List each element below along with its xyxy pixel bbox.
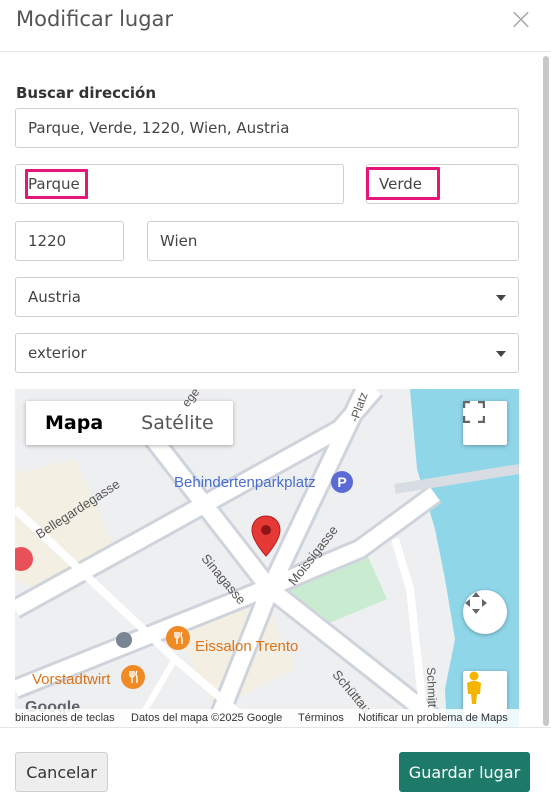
restaurant-icon — [174, 631, 183, 644]
save-place-button[interactable]: Guardar lugar — [399, 752, 530, 792]
terms-link[interactable]: Términos — [298, 712, 344, 724]
place-type-select[interactable]: exterior — [15, 333, 519, 373]
search-address-input[interactable]: Parque, Verde, 1220, Wien, Austria — [15, 108, 519, 148]
map-marker-icon[interactable] — [251, 515, 281, 557]
street-value: Parque — [28, 175, 80, 193]
map-label-schmitt: Schmitt — [424, 667, 440, 708]
fullscreen-button[interactable] — [463, 401, 507, 445]
map-label-vorstadtwirt: Vorstadtwirt — [32, 671, 111, 688]
transit-icon[interactable] — [116, 632, 132, 648]
place-type-value: exterior — [28, 344, 87, 362]
compass-icon — [465, 592, 487, 614]
map-type-satellite-button[interactable]: Satélite — [122, 401, 233, 445]
modal-footer: Cancelar Guardar lugar — [0, 727, 551, 810]
search-address-value: Parque, Verde, 1220, Wien, Austria — [28, 119, 290, 137]
modal-header: Modificar lugar × — [0, 0, 551, 52]
scrollbar[interactable] — [543, 56, 549, 726]
street-input[interactable]: Parque — [15, 164, 344, 204]
report-problem-link[interactable]: Notificar un problema de Maps — [358, 712, 508, 724]
modal-title: Modificar lugar — [16, 7, 174, 31]
map-label-parking: Behindertenparkplatz — [174, 474, 316, 491]
city-value: Wien — [160, 232, 198, 250]
map-attribution: binaciones de teclas Datos del mapa ©202… — [15, 709, 519, 727]
map-label-eissalon: Eissalon Trento — [195, 638, 299, 655]
map-data-text: Datos del mapa ©2025 Google — [131, 712, 283, 724]
chevron-down-icon — [496, 295, 506, 301]
map-type-control: Mapa Satélite — [26, 401, 233, 445]
parking-badge: P — [331, 471, 353, 493]
restaurant-icon[interactable] — [166, 626, 190, 650]
number-value: Verde — [379, 175, 422, 193]
search-address-label: Buscar dirección — [16, 84, 157, 102]
number-input[interactable]: Verde — [366, 164, 519, 204]
close-icon: × — [508, 2, 534, 37]
country-select[interactable]: Austria — [15, 277, 519, 317]
close-button[interactable]: × — [506, 5, 536, 36]
compass-button[interactable] — [463, 590, 507, 634]
chevron-down-icon — [496, 351, 506, 357]
pegman-icon — [467, 671, 481, 704]
postal-code-value: 1220 — [28, 232, 67, 250]
fullscreen-icon — [463, 401, 485, 423]
map[interactable]: Mapa Satélite P Behindertenparkplatz Eis… — [15, 389, 519, 727]
postal-code-input[interactable]: 1220 — [15, 221, 124, 261]
restaurant-icon[interactable] — [121, 665, 145, 689]
restaurant-icon — [129, 670, 138, 683]
city-input[interactable]: Wien — [147, 221, 519, 261]
map-type-map-button[interactable]: Mapa — [26, 401, 122, 445]
country-value: Austria — [28, 288, 81, 306]
keyboard-shortcuts-link[interactable]: binaciones de teclas — [15, 712, 115, 724]
cancel-button[interactable]: Cancelar — [15, 752, 108, 792]
